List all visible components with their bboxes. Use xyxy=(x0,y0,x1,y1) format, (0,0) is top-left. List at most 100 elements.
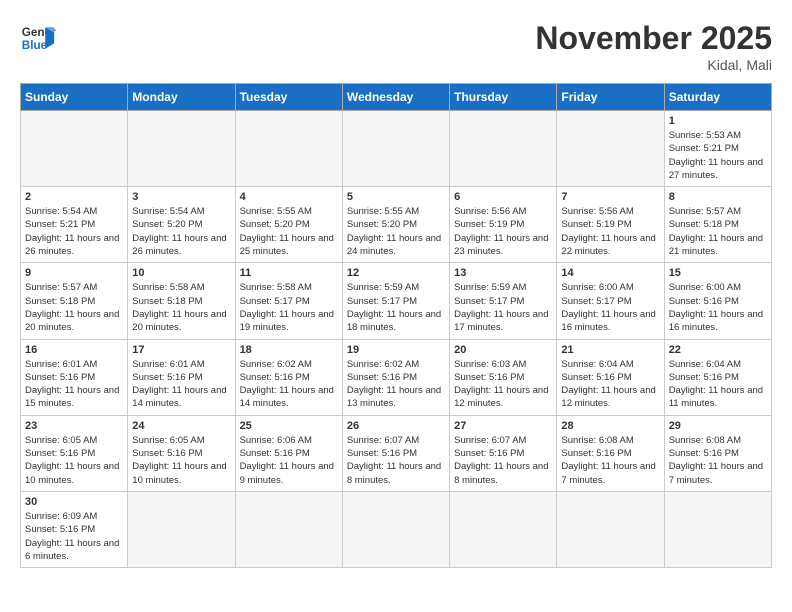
calendar-day-cell: 22Sunrise: 6:04 AMSunset: 5:16 PMDayligh… xyxy=(664,339,771,415)
calendar-day-cell: 23 Sunrise: 6:05 AMSunset: 5:16 PMDayligh… xyxy=(21,415,128,491)
calendar-table: SundayMondayTuesdayWednesdayThursdayFrid… xyxy=(20,83,772,568)
day-info: Sunrise: 6:00 AMSunset: 5:17 PMDaylight:… xyxy=(561,281,659,334)
calendar-day-cell: 9Sunrise: 5:57 AMSunset: 5:18 PMDaylight… xyxy=(21,263,128,339)
calendar-day-cell: 13 Sunrise: 5:59 AMSunset: 5:17 PMDayligh… xyxy=(450,263,557,339)
day-number: 1 xyxy=(669,115,767,127)
day-info: Sunrise: 6:09 AMSunset: 5:16 PMDaylight:… xyxy=(25,510,123,563)
day-of-week-header: Sunday xyxy=(21,84,128,111)
page-header: General Blue November 2025 Kidal, Mali xyxy=(20,20,772,73)
calendar-week-row: 1Sunrise: 5:53 AMSunset: 5:21 PMDaylight… xyxy=(21,111,772,187)
calendar-day-cell xyxy=(450,111,557,187)
day-info: Sunrise: 5:54 AMSunset: 5:20 PMDaylight:… xyxy=(132,205,230,258)
day-of-week-header: Thursday xyxy=(450,84,557,111)
day-info: Sunrise: 6:02 AMSunset: 5:16 PMDaylight:… xyxy=(347,358,445,411)
day-number: 26 xyxy=(347,420,445,432)
day-info: Sunrise: 6:04 AMSunset: 5:16 PMDaylight:… xyxy=(561,358,659,411)
day-info: Sunrise: 6:05 AMSunset: 5:16 PMDaylight:… xyxy=(25,434,123,487)
day-number: 30 xyxy=(25,496,123,508)
calendar-day-cell: 28Sunrise: 6:08 AMSunset: 5:16 PMDayligh… xyxy=(557,415,664,491)
day-info: Sunrise: 6:06 AMSunset: 5:16 PMDaylight:… xyxy=(240,434,338,487)
day-info: Sunrise: 5:55 AMSunset: 5:20 PMDaylight:… xyxy=(240,205,338,258)
calendar-week-row: 23 Sunrise: 6:05 AMSunset: 5:16 PMDayligh… xyxy=(21,415,772,491)
logo: General Blue xyxy=(20,20,56,56)
day-number: 13 xyxy=(454,267,552,279)
day-number: 29 xyxy=(669,420,767,432)
day-number: 10 xyxy=(132,267,230,279)
day-number: 8 xyxy=(669,191,767,203)
svg-text:Blue: Blue xyxy=(22,39,48,52)
day-info: Sunrise: 6:07 AMSunset: 5:16 PMDaylight:… xyxy=(454,434,552,487)
day-info: Sunrise: 5:57 AMSunset: 5:18 PMDaylight:… xyxy=(25,281,123,334)
day-info: Sunrise: 6:03 AMSunset: 5:16 PMDaylight:… xyxy=(454,358,552,411)
day-number: 19 xyxy=(347,344,445,356)
calendar-day-cell: 27 Sunrise: 6:07 AMSunset: 5:16 PMDayligh… xyxy=(450,415,557,491)
calendar-day-cell: 11Sunrise: 5:58 AMSunset: 5:17 PMDayligh… xyxy=(235,263,342,339)
calendar-week-row: 9Sunrise: 5:57 AMSunset: 5:18 PMDaylight… xyxy=(21,263,772,339)
calendar-week-row: 16 Sunrise: 6:01 AMSunset: 5:16 PMDayligh… xyxy=(21,339,772,415)
location: Kidal, Mali xyxy=(535,57,772,73)
day-info: Sunrise: 6:01 AMSunset: 5:16 PMDaylight:… xyxy=(25,358,123,411)
calendar-day-cell: 26 Sunrise: 6:07 AMSunset: 5:16 PMDayligh… xyxy=(342,415,449,491)
calendar-day-cell xyxy=(128,491,235,567)
calendar-day-cell: 7 Sunrise: 5:56 AMSunset: 5:19 PMDaylight… xyxy=(557,187,664,263)
day-number: 4 xyxy=(240,191,338,203)
calendar-day-cell: 4 Sunrise: 5:55 AMSunset: 5:20 PMDaylight… xyxy=(235,187,342,263)
day-number: 25 xyxy=(240,420,338,432)
day-info: Sunrise: 5:57 AMSunset: 5:18 PMDaylight:… xyxy=(669,205,767,258)
day-info: Sunrise: 6:07 AMSunset: 5:16 PMDaylight:… xyxy=(347,434,445,487)
calendar-day-cell: 5 Sunrise: 5:55 AMSunset: 5:20 PMDaylight… xyxy=(342,187,449,263)
calendar-day-cell: 16 Sunrise: 6:01 AMSunset: 5:16 PMDayligh… xyxy=(21,339,128,415)
day-number: 18 xyxy=(240,344,338,356)
day-info: Sunrise: 5:56 AMSunset: 5:19 PMDaylight:… xyxy=(561,205,659,258)
calendar-day-cell: 29Sunrise: 6:08 AMSunset: 5:16 PMDayligh… xyxy=(664,415,771,491)
day-number: 17 xyxy=(132,344,230,356)
month-title: November 2025 xyxy=(535,20,772,57)
day-info: Sunrise: 5:56 AMSunset: 5:19 PMDaylight:… xyxy=(454,205,552,258)
calendar-day-cell: 12Sunrise: 5:59 AMSunset: 5:17 PMDayligh… xyxy=(342,263,449,339)
logo-icon: General Blue xyxy=(20,20,56,56)
day-number: 21 xyxy=(561,344,659,356)
calendar-day-cell: 20 Sunrise: 6:03 AMSunset: 5:16 PMDayligh… xyxy=(450,339,557,415)
calendar-day-cell: 24Sunrise: 6:05 AMSunset: 5:16 PMDayligh… xyxy=(128,415,235,491)
day-number: 28 xyxy=(561,420,659,432)
calendar-day-cell xyxy=(557,111,664,187)
day-info: Sunrise: 5:59 AMSunset: 5:17 PMDaylight:… xyxy=(454,281,552,334)
day-number: 23 xyxy=(25,420,123,432)
calendar-week-row: 30 Sunrise: 6:09 AMSunset: 5:16 PMDayligh… xyxy=(21,491,772,567)
day-number: 27 xyxy=(454,420,552,432)
calendar-day-cell: 3 Sunrise: 5:54 AMSunset: 5:20 PMDaylight… xyxy=(128,187,235,263)
calendar-day-cell: 17Sunrise: 6:01 AMSunset: 5:16 PMDayligh… xyxy=(128,339,235,415)
calendar-day-cell: 2Sunrise: 5:54 AMSunset: 5:21 PMDaylight… xyxy=(21,187,128,263)
calendar-day-cell: 8 Sunrise: 5:57 AMSunset: 5:18 PMDaylight… xyxy=(664,187,771,263)
day-number: 5 xyxy=(347,191,445,203)
day-of-week-header: Wednesday xyxy=(342,84,449,111)
calendar-day-cell: 19 Sunrise: 6:02 AMSunset: 5:16 PMDayligh… xyxy=(342,339,449,415)
calendar-day-cell xyxy=(235,491,342,567)
calendar-day-cell: 18 Sunrise: 6:02 AMSunset: 5:16 PMDayligh… xyxy=(235,339,342,415)
day-number: 20 xyxy=(454,344,552,356)
calendar-day-cell: 15Sunrise: 6:00 AMSunset: 5:16 PMDayligh… xyxy=(664,263,771,339)
day-of-week-header: Tuesday xyxy=(235,84,342,111)
day-info: Sunrise: 5:58 AMSunset: 5:18 PMDaylight:… xyxy=(132,281,230,334)
calendar-day-cell xyxy=(235,111,342,187)
calendar-day-cell xyxy=(557,491,664,567)
calendar-day-cell xyxy=(664,491,771,567)
calendar-day-cell xyxy=(128,111,235,187)
calendar-day-cell: 21 Sunrise: 6:04 AMSunset: 5:16 PMDayligh… xyxy=(557,339,664,415)
day-number: 6 xyxy=(454,191,552,203)
calendar-day-cell: 14Sunrise: 6:00 AMSunset: 5:17 PMDayligh… xyxy=(557,263,664,339)
calendar-day-cell xyxy=(342,111,449,187)
day-number: 11 xyxy=(240,267,338,279)
day-info: Sunrise: 6:02 AMSunset: 5:16 PMDaylight:… xyxy=(240,358,338,411)
day-of-week-header: Saturday xyxy=(664,84,771,111)
day-number: 15 xyxy=(669,267,767,279)
day-info: Sunrise: 5:55 AMSunset: 5:20 PMDaylight:… xyxy=(347,205,445,258)
day-number: 22 xyxy=(669,344,767,356)
day-number: 12 xyxy=(347,267,445,279)
title-block: November 2025 Kidal, Mali xyxy=(535,20,772,73)
day-number: 16 xyxy=(25,344,123,356)
day-number: 7 xyxy=(561,191,659,203)
calendar-day-cell: 10 Sunrise: 5:58 AMSunset: 5:18 PMDayligh… xyxy=(128,263,235,339)
calendar-day-cell xyxy=(450,491,557,567)
day-number: 3 xyxy=(132,191,230,203)
